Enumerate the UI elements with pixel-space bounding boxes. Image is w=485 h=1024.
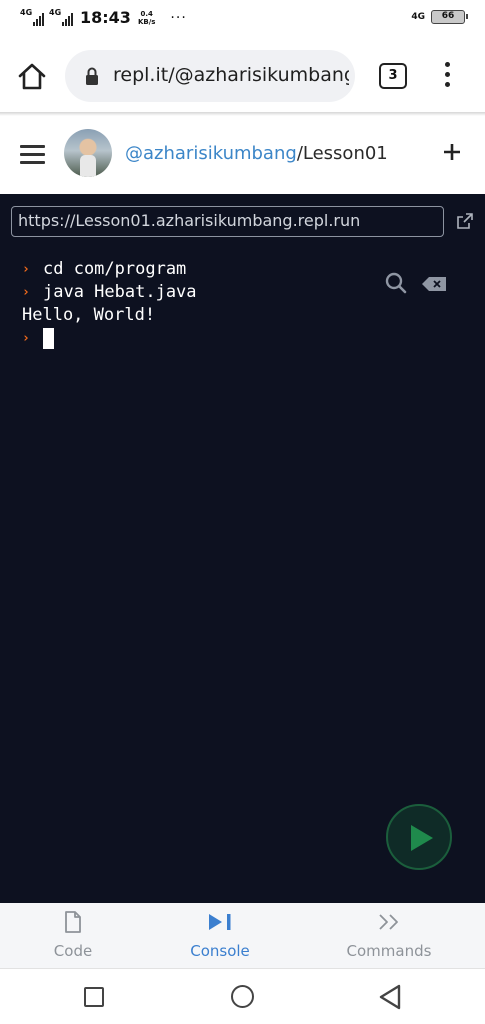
console-search-button[interactable] [385,272,407,294]
new-repl-button[interactable] [442,142,462,162]
external-link-icon [457,213,473,229]
tab-console[interactable]: Console [178,903,262,968]
lock-icon [86,67,98,85]
username-link[interactable]: @azharisikumbang [125,143,297,164]
terminal-line: › cd com/program [22,258,197,281]
home-button[interactable] [16,61,48,93]
command-text: java Hebat.java [43,282,197,302]
repl-run-url-field[interactable]: https://Lesson01.azharisikumbang.repl.ru… [11,206,444,237]
url-text: repl.it/@azharisikumbang/Lesson01 [113,64,349,86]
output-text: Hello, World! [22,305,156,325]
prompt-icon: › [22,285,30,300]
network-type-1: 4G [20,7,33,17]
speed-value: 0.4 [140,9,153,18]
terminal-line: Hello, World! [22,304,197,327]
tab-code[interactable]: Code [34,903,112,968]
chevrons-right-icon [379,914,398,930]
system-nav-bar [0,968,485,1024]
back-triangle-icon [379,984,401,1010]
console-play-icon [209,914,231,930]
browser-toolbar: repl.it/@azharisikumbang/Lesson01 3 [0,38,485,114]
battery-icon: 66 [431,10,468,24]
more-menu-icon[interactable] [438,62,456,92]
tab-label: Commands [346,942,432,960]
status-left: 4G 4G 18:43 0.4 KB/s ··· [20,7,187,28]
recent-apps-button[interactable] [84,987,104,1007]
repl-path: @azharisikumbang/Lesson01 [125,143,388,164]
backspace-icon [422,277,446,291]
address-bar[interactable]: repl.it/@azharisikumbang/Lesson01 [65,50,355,102]
open-external-button[interactable] [457,213,473,229]
repl-header: @azharisikumbang/Lesson01 [0,116,485,194]
status-right: 4G 66 [411,10,468,24]
run-button[interactable] [386,804,452,870]
file-icon [65,911,81,933]
avatar[interactable] [64,129,112,177]
text-cursor [43,328,54,349]
console-panel: https://Lesson01.azharisikumbang.repl.ru… [0,194,485,903]
clock: 18:43 [80,8,131,27]
signal-icon: 4G [20,7,44,26]
plus-icon [444,144,460,160]
tab-switcher-button[interactable]: 3 [379,63,407,89]
play-icon [411,825,433,851]
back-button[interactable] [378,983,402,1011]
terminal-line: › java Hebat.java [22,281,197,304]
prompt-icon: › [22,331,30,346]
tab-label: Code [53,942,93,960]
hamburger-menu-icon[interactable] [20,145,45,165]
status-bar: 4G 4G 18:43 0.4 KB/s ··· 4G 66 [0,0,485,38]
speed-unit: KB/s [137,17,156,26]
repl-name: Lesson01 [302,143,388,164]
bottom-tab-bar: Code Console Commands [0,903,485,968]
terminal-input-line[interactable]: › [22,327,197,350]
search-icon [385,272,407,294]
network-type-right: 4G [411,12,425,22]
network-speed: 0.4 KB/s [138,10,155,26]
system-home-button[interactable] [231,985,254,1008]
network-type-2: 4G [49,7,62,17]
clear-console-button[interactable] [422,276,446,291]
command-text: cd com/program [43,259,187,279]
tab-commands[interactable]: Commands [338,903,440,968]
home-icon [18,63,46,90]
terminal-output[interactable]: › cd com/program › java Hebat.java Hello… [22,258,197,350]
more-notifications-icon: ··· [170,9,187,26]
prompt-icon: › [22,262,30,277]
tab-label: Console [190,942,250,960]
signal-icon: 4G [49,7,73,26]
